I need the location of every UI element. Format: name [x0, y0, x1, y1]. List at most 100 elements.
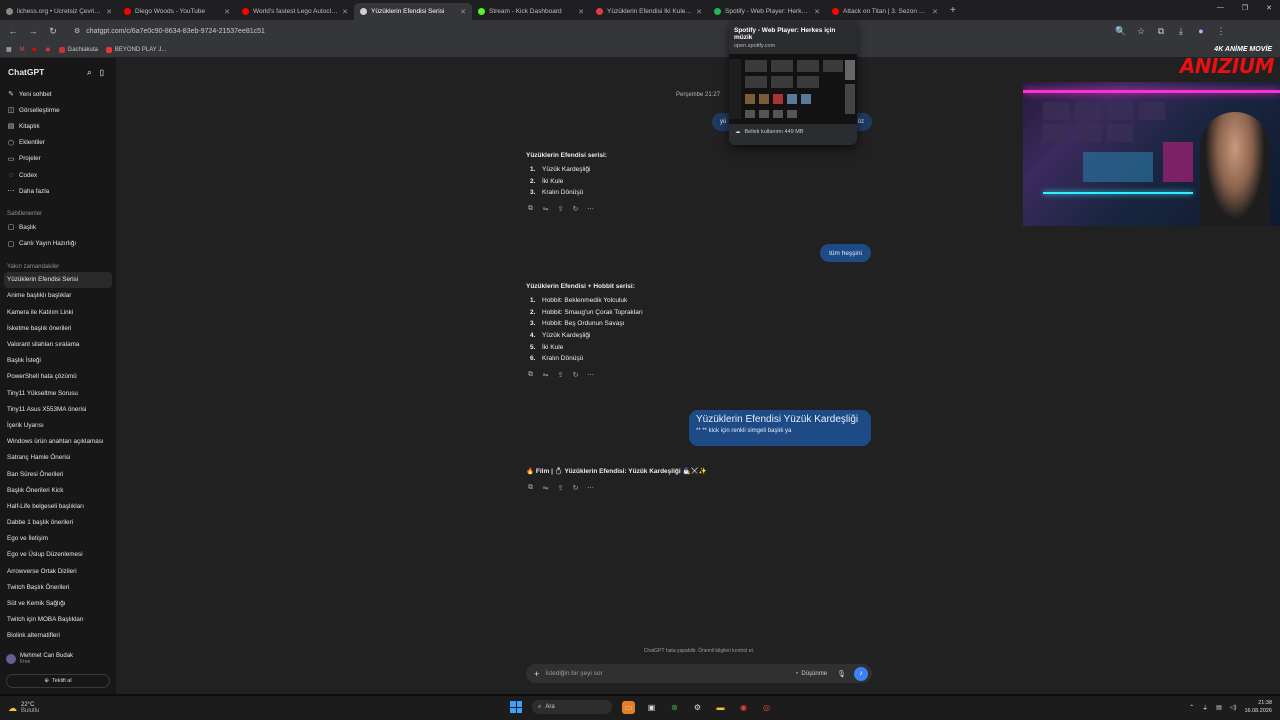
- url-field[interactable]: ⚙ chatgpt.com/c/6a7e0c90-8634-83eb-9724-…: [68, 23, 1108, 39]
- sidebar-item[interactable]: ▤ Kitaplık: [0, 118, 116, 134]
- regenerate-icon[interactable]: ↻: [571, 205, 580, 213]
- zoom-icon[interactable]: 🔍: [1114, 26, 1128, 37]
- taskbar-search[interactable]: ⌕ Ara: [532, 700, 612, 714]
- task-view-icon[interactable]: ▣: [645, 701, 658, 714]
- feedback-icon[interactable]: ⇋: [541, 484, 550, 492]
- extension-icon[interactable]: ⧉: [1154, 26, 1168, 37]
- sidebar-item[interactable]: Valorant silahları sıralama: [0, 336, 116, 352]
- sidebar-item[interactable]: Arrowverse Ortak Dizileri: [0, 563, 116, 579]
- file-explorer-icon[interactable]: ▬: [714, 701, 727, 714]
- sidebar-item[interactable]: Ban Süresi Önerileri: [0, 466, 116, 482]
- bookmark-beyond-play[interactable]: BEYOND PLAY J...: [105, 46, 166, 53]
- chrome-icon[interactable]: ◉: [737, 701, 750, 714]
- sidebar-item[interactable]: İçerik Uyarısı: [0, 417, 116, 433]
- sidebar-item[interactable]: Dabbe 1 başlık önerileri: [0, 515, 116, 531]
- browser-tab[interactable]: lichess.org • Ücretsiz Çevrimiçi ✕: [0, 3, 118, 20]
- sidebar-item[interactable]: Anime başlıklı başlıklar: [0, 288, 116, 304]
- browser-tab[interactable]: Attack on Titan | 3. Sezon 16. B ✕: [826, 3, 944, 20]
- weather-widget[interactable]: ☁ 22°C Bulutlu: [0, 702, 200, 714]
- sidebar-item[interactable]: Biolink alternatifleri: [0, 628, 116, 644]
- sidebar-item[interactable]: Ego ve İletişim: [0, 531, 116, 547]
- sidebar-item[interactable]: ◌ Codex: [0, 167, 116, 183]
- regenerate-icon[interactable]: ↻: [571, 484, 580, 492]
- sidebar-item[interactable]: ⋯ Daha fazla: [0, 183, 116, 199]
- widget-icon[interactable]: ▭: [622, 700, 635, 714]
- think-toggle[interactable]: ◔ Düşünme: [795, 671, 827, 677]
- upgrade-button[interactable]: ⊕ Teklifi al: [6, 674, 110, 688]
- share-icon[interactable]: ⇪: [556, 371, 565, 379]
- sidebar-item[interactable]: Yüzüklerin Efendisi Serisi: [4, 271, 112, 288]
- bookmark-gachiakuta[interactable]: Gachiakuta: [58, 46, 98, 53]
- gmail-icon[interactable]: M: [20, 47, 25, 53]
- collapse-sidebar-icon[interactable]: ▯: [100, 68, 104, 78]
- clock[interactable]: 21:38 16.08.2026: [1244, 699, 1272, 715]
- more-options-icon[interactable]: ⋯: [586, 371, 595, 379]
- sidebar-item[interactable]: ▢ Başlık: [0, 219, 116, 235]
- sidebar-item[interactable]: Windows ürün anahtarı açıklaması: [0, 434, 116, 450]
- copy-icon[interactable]: ⧉: [526, 371, 535, 379]
- sidebar-item[interactable]: Başlık İsteği: [0, 353, 116, 369]
- sidebar-item[interactable]: Twitch Başlık Önerileri: [0, 579, 116, 595]
- feedback-icon[interactable]: ⇋: [541, 371, 550, 379]
- youtube-icon[interactable]: ▶: [33, 46, 38, 53]
- attach-icon[interactable]: +: [534, 669, 539, 679]
- feedback-icon[interactable]: ⇋: [541, 205, 550, 213]
- sidebar-item[interactable]: ◫ Görselleştirme: [0, 102, 116, 118]
- browser-tab[interactable]: Yüzüklerin Efendisi Serisi ✕: [354, 3, 472, 20]
- sidebar-item[interactable]: Tiny11 Asus X553MA önerisi: [0, 401, 116, 417]
- message-input[interactable]: + İstediğin bir şeyi sor ◔ Düşünme 🎙 ♪: [526, 664, 872, 683]
- user-profile[interactable]: Mehmet Can Budak Free: [0, 650, 116, 668]
- sidebar-item[interactable]: Kamera ile Katılım Linki: [0, 304, 116, 320]
- sidebar-item[interactable]: Süt ve Kemik Sağlığı: [0, 595, 116, 611]
- sidebar-item[interactable]: Tiny11 Yükseltme Sorusu: [0, 385, 116, 401]
- apps-icon[interactable]: ▦: [6, 46, 12, 53]
- bookmark-icon-1[interactable]: ◉: [45, 46, 50, 53]
- more-options-icon[interactable]: ⋯: [586, 205, 595, 213]
- forward-icon[interactable]: →: [26, 26, 40, 36]
- microphone-icon[interactable]: 🎙: [837, 670, 846, 678]
- sidebar-item[interactable]: Satranç Hamle Önerisi: [0, 450, 116, 466]
- reload-icon[interactable]: ↻: [46, 26, 60, 37]
- download-icon[interactable]: ⤓: [1174, 26, 1188, 37]
- sidebar-item[interactable]: ✎ Yeni sohbet: [0, 86, 116, 102]
- copy-icon[interactable]: ⧉: [526, 484, 535, 492]
- sidebar-item[interactable]: İsketme başlık önerileri: [0, 320, 116, 336]
- tab-close-icon[interactable]: ✕: [224, 8, 230, 16]
- more-options-icon[interactable]: ⋯: [586, 484, 595, 492]
- sidebar-item[interactable]: ⬡ Eklentiler: [0, 135, 116, 151]
- sidebar-item[interactable]: Ego ve Üslup Düzenlemesi: [0, 547, 116, 563]
- close-window-icon[interactable]: ✕: [1266, 4, 1272, 12]
- usb-icon[interactable]: ⏚: [1202, 703, 1208, 712]
- profile-avatar-icon[interactable]: ●: [1194, 26, 1208, 36]
- minimize-icon[interactable]: —: [1217, 4, 1224, 12]
- share-icon[interactable]: ⇪: [556, 205, 565, 213]
- search-icon[interactable]: ⌕: [87, 68, 91, 78]
- site-info-icon[interactable]: ⚙: [74, 27, 80, 35]
- tab-close-icon[interactable]: ✕: [460, 8, 466, 16]
- browser-tab[interactable]: Spotify - Web Player: Herkes i... ✕: [708, 3, 826, 20]
- tab-close-icon[interactable]: ✕: [814, 8, 820, 16]
- sidebar-item[interactable]: ▭ Projeler: [0, 151, 116, 167]
- settings-icon[interactable]: ⚙: [691, 701, 704, 714]
- sidebar-item[interactable]: Başlık Önerileri Kick: [0, 482, 116, 498]
- maximize-icon[interactable]: ❐: [1242, 4, 1248, 12]
- copy-icon[interactable]: ⧉: [526, 205, 535, 213]
- bookmark-star-icon[interactable]: ☆: [1134, 26, 1148, 37]
- sidebar-item[interactable]: PowerShell hata çözümü: [0, 369, 116, 385]
- tab-close-icon[interactable]: ✕: [932, 8, 938, 16]
- browser-tab[interactable]: Stream - Kick Dashboard ✕: [472, 3, 590, 20]
- volume-icon[interactable]: ◁): [1230, 704, 1237, 711]
- tab-close-icon[interactable]: ✕: [578, 8, 584, 16]
- new-tab-button[interactable]: +: [950, 5, 956, 16]
- network-icon[interactable]: ▤: [1216, 704, 1222, 711]
- sidebar-item[interactable]: Half-Life belgeseli başlıkları: [0, 498, 116, 514]
- browser-tab[interactable]: Yüzüklerin Efendisi İki Kule izle ✕: [590, 3, 708, 20]
- back-icon[interactable]: ←: [6, 26, 20, 36]
- share-icon[interactable]: ⇪: [556, 484, 565, 492]
- browser-tab[interactable]: World's fastest Lego Autoclicke ✕: [236, 3, 354, 20]
- browser-tab[interactable]: Diego Woods - YouTube ✕: [118, 3, 236, 20]
- tab-close-icon[interactable]: ✕: [696, 8, 702, 16]
- tray-expand-icon[interactable]: ⌃: [1189, 704, 1194, 711]
- sidebar-item[interactable]: ▢ Canlı Yayın Hazırlığı: [0, 236, 116, 252]
- tab-close-icon[interactable]: ✕: [342, 8, 348, 16]
